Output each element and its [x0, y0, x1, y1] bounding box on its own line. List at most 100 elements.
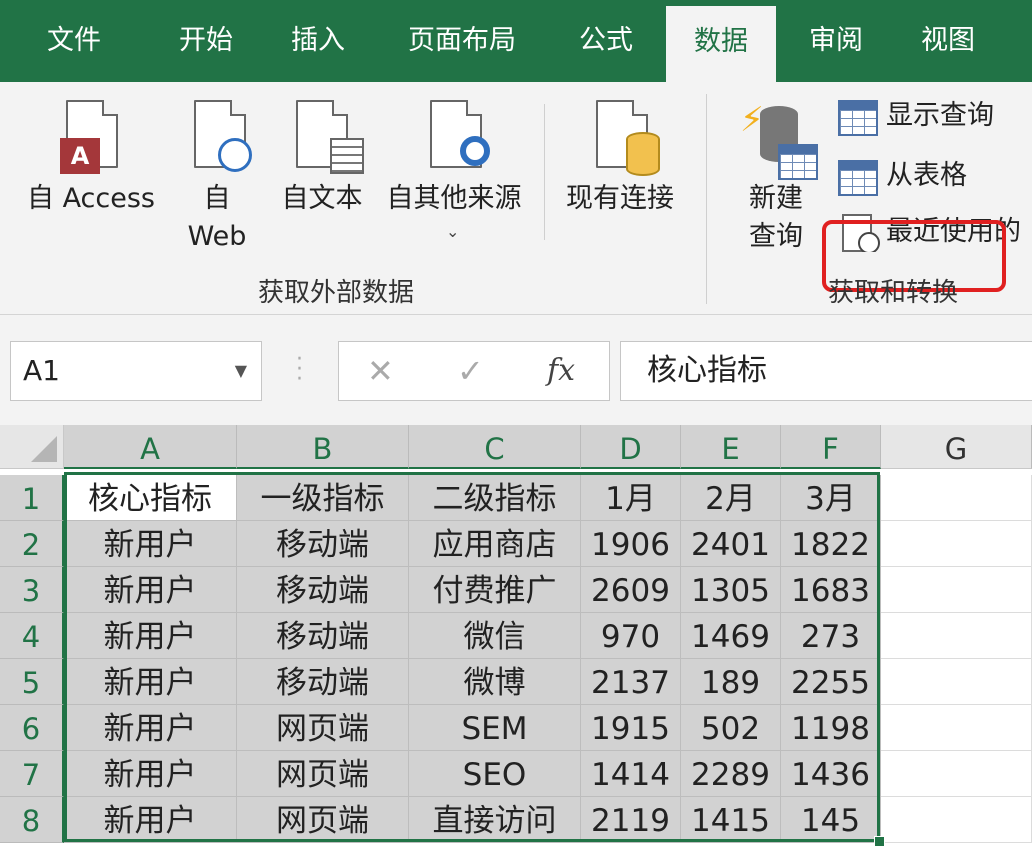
cell-g6[interactable] — [881, 705, 1032, 751]
row-header-1[interactable]: 1 — [0, 475, 64, 521]
cell-a5[interactable]: 新用户 — [64, 659, 237, 705]
tab-file[interactable]: 文件 — [14, 0, 134, 82]
cell-e1[interactable]: 2月 — [681, 475, 781, 521]
cell-c7[interactable]: SEO — [409, 751, 581, 797]
from-web-label-1: 自 — [203, 183, 231, 214]
cell-c8[interactable]: 直接访问 — [409, 797, 581, 843]
cell-f7[interactable]: 1436 — [781, 751, 881, 797]
cell-b7[interactable]: 网页端 — [237, 751, 409, 797]
fill-handle[interactable] — [874, 836, 885, 847]
cell-c5[interactable]: 微博 — [409, 659, 581, 705]
cell-e7[interactable]: 2289 — [681, 751, 781, 797]
column-header-g[interactable]: G — [881, 425, 1032, 469]
from-web-button[interactable]: 自 Web — [180, 98, 254, 268]
cell-a1[interactable]: 核心指标 — [64, 475, 237, 521]
row-header-2[interactable]: 2 — [0, 521, 64, 567]
cell-c1[interactable]: 二级指标 — [409, 475, 581, 521]
tab-insert[interactable]: 插入 — [258, 0, 378, 82]
cell-f5[interactable]: 2255 — [781, 659, 881, 705]
cell-a8[interactable]: 新用户 — [64, 797, 237, 843]
cell-a7[interactable]: 新用户 — [64, 751, 237, 797]
cell-g8[interactable] — [881, 797, 1032, 843]
cell-a2[interactable]: 新用户 — [64, 521, 237, 567]
cell-g5[interactable] — [881, 659, 1032, 705]
cell-f4[interactable]: 273 — [781, 613, 881, 659]
cell-d8[interactable]: 2119 — [581, 797, 681, 843]
row-header-6[interactable]: 6 — [0, 705, 64, 751]
cell-g4[interactable] — [881, 613, 1032, 659]
formula-input[interactable]: 核心指标 — [620, 341, 1032, 401]
cell-e4[interactable]: 1469 — [681, 613, 781, 659]
ribbon-tab-bar: 文件 开始 插入 页面布局 公式 数据 审阅 视图 — [0, 0, 1032, 82]
cell-d4[interactable]: 970 — [581, 613, 681, 659]
existing-connections-button[interactable]: 现有连接 — [556, 98, 684, 228]
cell-d7[interactable]: 1414 — [581, 751, 681, 797]
cell-c3[interactable]: 付费推广 — [409, 567, 581, 613]
from-web-label-2: Web — [187, 221, 247, 252]
from-other-sources-button[interactable]: 自其他来源 ⌄ — [378, 98, 530, 268]
column-header-c[interactable]: C — [409, 425, 581, 469]
globe-icon — [218, 138, 252, 172]
cell-g2[interactable] — [881, 521, 1032, 567]
cell-g1[interactable] — [881, 475, 1032, 521]
tab-page-layout[interactable]: 页面布局 — [390, 0, 534, 82]
from-table-button[interactable]: 从表格 — [838, 156, 1008, 196]
cell-d3[interactable]: 2609 — [581, 567, 681, 613]
cell-c2[interactable]: 应用商店 — [409, 521, 581, 567]
column-header-e[interactable]: E — [681, 425, 781, 469]
tab-formulas[interactable]: 公式 — [546, 0, 666, 82]
show-queries-button[interactable]: 显示查询 — [838, 96, 1028, 136]
cell-d2[interactable]: 1906 — [581, 521, 681, 567]
cell-d6[interactable]: 1915 — [581, 705, 681, 751]
cell-a4[interactable]: 新用户 — [64, 613, 237, 659]
cell-f2[interactable]: 1822 — [781, 521, 881, 567]
cell-b8[interactable]: 网页端 — [237, 797, 409, 843]
chevron-down-icon[interactable]: ▼ — [235, 342, 247, 400]
row-header-3[interactable]: 3 — [0, 567, 64, 613]
cell-c6[interactable]: SEM — [409, 705, 581, 751]
cell-e6[interactable]: 502 — [681, 705, 781, 751]
cell-b5[interactable]: 移动端 — [237, 659, 409, 705]
drag-handle-icon[interactable]: · · · — [296, 349, 303, 391]
tab-data[interactable]: 数据 — [666, 6, 776, 82]
column-header-a[interactable]: A — [64, 425, 237, 469]
from-access-button[interactable]: A 自 Access — [20, 98, 162, 228]
from-text-button[interactable]: 自文本 — [272, 98, 372, 228]
tab-home[interactable]: 开始 — [146, 0, 266, 82]
cell-g7[interactable] — [881, 751, 1032, 797]
cell-b1[interactable]: 一级指标 — [237, 475, 409, 521]
cell-e5[interactable]: 189 — [681, 659, 781, 705]
insert-function-icon[interactable]: fx — [547, 342, 575, 400]
cell-b3[interactable]: 移动端 — [237, 567, 409, 613]
new-query-button[interactable]: ⚡ 新建 查询 — [726, 96, 826, 266]
tab-view[interactable]: 视图 — [888, 0, 1008, 82]
cell-c4[interactable]: 微信 — [409, 613, 581, 659]
row-header-5[interactable]: 5 — [0, 659, 64, 705]
cell-e2[interactable]: 2401 — [681, 521, 781, 567]
row-header-8[interactable]: 8 — [0, 797, 64, 843]
column-header-d[interactable]: D — [581, 425, 681, 469]
name-box[interactable]: A1 ▼ — [10, 341, 262, 401]
select-all-button[interactable] — [0, 425, 64, 469]
cell-b4[interactable]: 移动端 — [237, 613, 409, 659]
cell-d5[interactable]: 2137 — [581, 659, 681, 705]
cell-g3[interactable] — [881, 567, 1032, 613]
cell-b2[interactable]: 移动端 — [237, 521, 409, 567]
cell-f6[interactable]: 1198 — [781, 705, 881, 751]
cell-a3[interactable]: 新用户 — [64, 567, 237, 613]
column-header-f[interactable]: F — [781, 425, 881, 469]
cell-f8[interactable]: 145 — [781, 797, 881, 843]
cell-a6[interactable]: 新用户 — [64, 705, 237, 751]
cell-e3[interactable]: 1305 — [681, 567, 781, 613]
cell-d1[interactable]: 1月 — [581, 475, 681, 521]
cell-e8[interactable]: 1415 — [681, 797, 781, 843]
cell-f1[interactable]: 3月 — [781, 475, 881, 521]
column-header-b[interactable]: B — [237, 425, 409, 469]
row-header-4[interactable]: 4 — [0, 613, 64, 659]
row-header-7[interactable]: 7 — [0, 751, 64, 797]
tab-review[interactable]: 审阅 — [776, 0, 896, 82]
cancel-icon[interactable]: ✕ — [367, 342, 394, 400]
enter-icon[interactable]: ✓ — [457, 342, 484, 400]
cell-f3[interactable]: 1683 — [781, 567, 881, 613]
cell-b6[interactable]: 网页端 — [237, 705, 409, 751]
